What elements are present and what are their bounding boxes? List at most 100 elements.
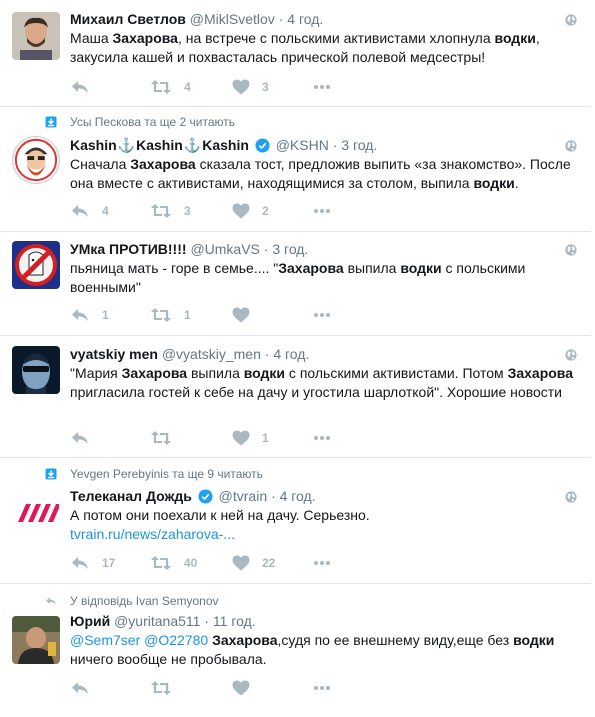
retweet-count: 4: [184, 80, 191, 94]
mention-link[interactable]: @Sem7ser: [70, 632, 140, 648]
retweet-button[interactable]: 4: [150, 79, 191, 95]
like-button[interactable]: 2: [232, 203, 269, 219]
timestamp[interactable]: 11 год.: [213, 613, 256, 629]
reply-count: 1: [102, 308, 109, 322]
like-button[interactable]: [232, 680, 262, 696]
retweet-button[interactable]: 1: [150, 307, 191, 323]
verified-badge-icon: [255, 138, 270, 153]
more-icon: [312, 307, 332, 323]
tweet[interactable]: УМка ПРОТИВ!!!! @UmkaVS · 3 год. пьяница…: [0, 232, 591, 336]
author-name[interactable]: Михаил Светлов: [70, 11, 186, 27]
timestamp[interactable]: 3 год.: [272, 241, 308, 257]
tweet-actions: [70, 680, 340, 696]
author-handle[interactable]: @vyatskiy_men: [162, 346, 261, 362]
separator: ·: [278, 11, 284, 27]
social-context-text[interactable]: Усы Пескова та ще 2 читають: [70, 115, 235, 129]
avatar[interactable]: [12, 241, 60, 289]
heart-icon: [232, 430, 250, 446]
social-context: Усы Пескова та ще 2 читають: [45, 115, 235, 129]
reply-button[interactable]: 4: [70, 203, 109, 219]
tweet[interactable]: Усы Пескова та ще 2 читають Kashin⚓Kashi…: [0, 107, 591, 232]
heart-icon: [232, 203, 250, 219]
avatar[interactable]: [12, 136, 60, 184]
author-name[interactable]: Юрий: [70, 613, 110, 629]
more-icon: [312, 79, 332, 95]
more-button[interactable]: [312, 307, 344, 323]
like-count: 2: [262, 204, 269, 218]
like-button[interactable]: 3: [232, 79, 269, 95]
author-handle[interactable]: @KSHN: [276, 137, 329, 153]
reply-context-text[interactable]: У відповідь Ivan Semyonov: [70, 594, 219, 608]
tweet-link[interactable]: tvrain.ru/news/zaharova-...: [70, 526, 235, 542]
retweet-icon: [150, 555, 172, 571]
anchor-icon: ⚓: [183, 137, 202, 153]
reply-button[interactable]: 1: [70, 307, 109, 323]
retweet-count: 3: [184, 204, 191, 218]
avatar[interactable]: [12, 616, 60, 664]
retweet-button[interactable]: 40: [150, 555, 197, 571]
reply-icon: [70, 79, 90, 95]
avatar[interactable]: [12, 346, 60, 394]
separator: ·: [332, 137, 338, 153]
more-button[interactable]: [312, 203, 344, 219]
timestamp[interactable]: 3 год.: [341, 137, 377, 153]
heart-icon: [232, 555, 250, 571]
timestamp[interactable]: 4 год.: [273, 346, 309, 362]
tweet-header: vyatskiy men @vyatskiy_men · 4 год.: [70, 346, 309, 362]
retweet-button[interactable]: 3: [150, 203, 191, 219]
more-button[interactable]: [312, 430, 344, 446]
author-name[interactable]: vyatskiy men: [70, 346, 158, 362]
social-context: Yevgen Perebyinis та ще 9 читають: [45, 467, 263, 481]
retweet-count: 40: [184, 556, 198, 570]
retweet-button[interactable]: [150, 680, 184, 696]
retweet-icon: [150, 430, 172, 446]
tweet-actions: 4 3 2: [70, 203, 340, 219]
reply-button[interactable]: 17: [70, 555, 115, 571]
reply-button[interactable]: [70, 79, 102, 95]
like-button[interactable]: [232, 307, 262, 323]
author-handle[interactable]: @UmkaVS: [190, 241, 259, 257]
more-button[interactable]: [312, 555, 344, 571]
timestamp[interactable]: 4 год.: [280, 488, 316, 504]
more-button[interactable]: [312, 680, 344, 696]
author-handle[interactable]: @MiklSvetlov: [190, 11, 275, 27]
author-name[interactable]: УМка ПРОТИВ!!!!: [70, 241, 187, 257]
more-icon: [312, 680, 332, 696]
tweet[interactable]: Михаил Светлов @MiklSvetlov · 4 год. Маш…: [0, 0, 591, 107]
more-button[interactable]: [312, 79, 344, 95]
author-handle[interactable]: @yuritana511: [114, 613, 200, 629]
social-context-text[interactable]: Yevgen Perebyinis та ще 9 читають: [70, 467, 263, 481]
timestamp[interactable]: 4 год.: [287, 11, 323, 27]
author-name[interactable]: Kashin⚓Kashin⚓Kashin: [70, 137, 249, 153]
reply-button[interactable]: [70, 430, 102, 446]
retweet-icon: [150, 203, 172, 219]
anchor-icon: ⚓: [117, 137, 136, 153]
tweet-actions: 17 40 22: [70, 555, 340, 571]
reply-icon: [70, 307, 90, 323]
like-count: 22: [262, 556, 276, 570]
tweet-text: А потом они поехали к ней на дачу. Серье…: [70, 507, 370, 542]
mention-link[interactable]: @O22780: [144, 632, 208, 648]
tweet-header: Юрий @yuritana511 · 11 год.: [70, 613, 256, 629]
reply-button[interactable]: [70, 680, 102, 696]
retweet-icon: [150, 307, 172, 323]
like-button[interactable]: 22: [232, 555, 275, 571]
author-handle[interactable]: @tvrain: [219, 488, 267, 504]
tweet[interactable]: vyatskiy men @vyatskiy_men · 4 год. "Мар…: [0, 336, 591, 458]
tweet-actions: 4 3: [70, 79, 340, 95]
separator: ·: [263, 241, 269, 257]
follow-icon: [45, 468, 57, 480]
tweet-text: Сначала Захарова сказала тост, предложив…: [70, 156, 571, 191]
retweet-button[interactable]: [150, 430, 184, 446]
avatar[interactable]: [12, 12, 60, 60]
follow-icon: [45, 116, 57, 128]
author-name[interactable]: Телеканал Дождь: [70, 488, 192, 504]
tweet[interactable]: Yevgen Perebyinis та ще 9 читають Телека…: [0, 458, 591, 584]
heart-icon: [232, 307, 250, 323]
globe-icon: [565, 244, 577, 256]
like-button[interactable]: 1: [232, 430, 269, 446]
avatar[interactable]: [12, 488, 60, 536]
retweet-icon: [150, 79, 172, 95]
tweet[interactable]: У відповідь Ivan Semyonov Юрий @yuritana…: [0, 584, 591, 716]
globe-icon: [565, 349, 577, 361]
